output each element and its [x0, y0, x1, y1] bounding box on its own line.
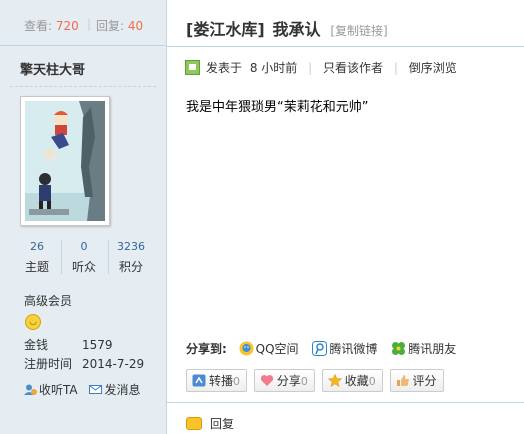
- user-group[interactable]: 高级会员: [24, 292, 72, 309]
- author-links: 收听TA 发消息: [24, 381, 140, 398]
- post-area: [娄江水库] 我承认 [复制链接] 发表于 8 小时前 | 只看该作者 | 倒序…: [167, 0, 524, 434]
- copy-link-button[interactable]: [复制链接]: [330, 24, 387, 38]
- share-button[interactable]: 分享0: [253, 369, 315, 392]
- replies-label: 回复:: [96, 19, 125, 33]
- rate-button[interactable]: 评分: [389, 369, 444, 392]
- views-stat: 查看: 720: [24, 17, 79, 34]
- reply-icon: [186, 417, 202, 430]
- count-value: 26: [30, 240, 44, 253]
- smile-icon: ◡: [25, 314, 41, 330]
- tfriend-icon: [392, 342, 406, 355]
- title-divider: [167, 46, 524, 47]
- reg-row: 注册时间 2014-7-29: [24, 355, 144, 372]
- reply-label: 回复: [210, 417, 235, 431]
- qzone-icon: [239, 341, 254, 356]
- page-title: 我承认: [272, 20, 321, 39]
- favorite-button[interactable]: 收藏0: [321, 369, 383, 392]
- share-item-label: 腾讯朋友: [408, 342, 457, 356]
- reg-date: 2014-7-29: [82, 357, 145, 371]
- count-points[interactable]: 3236 积分: [108, 240, 154, 275]
- forum-link[interactable]: [娄江水库]: [186, 20, 265, 39]
- message-label: 发消息: [104, 383, 141, 397]
- share-tfriend[interactable]: 腾讯朋友: [391, 342, 456, 356]
- money-row: 金钱 1579: [24, 336, 113, 353]
- action-count: 0: [300, 375, 308, 388]
- meta-divider: |: [308, 61, 313, 75]
- thread-stats: 查看: 720 | 回复: 40: [0, 0, 166, 46]
- reverse-order-link[interactable]: 倒序浏览: [409, 61, 457, 75]
- count-label: 听众: [71, 260, 96, 274]
- follow-link[interactable]: 收听TA: [24, 383, 81, 397]
- replies-count: 40: [127, 19, 144, 33]
- count-value: 0: [80, 240, 88, 253]
- money-value: 1579: [82, 338, 113, 352]
- author-sidebar: 查看: 720 | 回复: 40 擎天柱大哥 26 主题 0 听众 3236 积…: [0, 0, 167, 434]
- mail-icon: [89, 385, 103, 394]
- action-label: 评分: [412, 374, 437, 388]
- relay-icon: [192, 374, 206, 387]
- money-label: 金钱: [24, 338, 49, 352]
- action-count: 0: [233, 375, 241, 388]
- thumb-icon: [396, 375, 409, 386]
- action-label: 转播: [209, 374, 234, 388]
- count-value: 3236: [117, 240, 145, 253]
- share-bar: 分享到: QQ空间 腾讯微博 腾讯朋友: [186, 340, 466, 357]
- online-icon: [185, 60, 200, 75]
- count-listeners[interactable]: 0 听众: [61, 240, 107, 275]
- avatar-image: [25, 101, 105, 221]
- action-label: 收藏: [344, 374, 369, 388]
- share-label: 分享到:: [186, 342, 227, 356]
- reply-button[interactable]: 回复: [186, 415, 234, 432]
- views-count: 720: [55, 19, 79, 33]
- reg-label: 注册时间: [24, 357, 73, 371]
- avatar[interactable]: [20, 96, 110, 226]
- relay-button[interactable]: 转播0: [186, 369, 248, 392]
- count-label: 主题: [24, 260, 49, 274]
- message-link[interactable]: 发消息: [89, 383, 140, 397]
- posted-time: 8 小时前: [249, 61, 298, 75]
- action-label: 分享: [276, 374, 301, 388]
- tweibo-icon: [312, 341, 328, 356]
- post-content: 我是中年猥琐男“茉莉花和元帅”: [186, 100, 369, 115]
- post-meta: 发表于 8 小时前 | 只看该作者 | 倒序浏览: [185, 59, 457, 76]
- heart-icon: [260, 375, 273, 386]
- star-icon: [327, 374, 342, 387]
- share-item-label: QQ空间: [255, 342, 299, 356]
- thread-title: [娄江水库] 我承认 [复制链接]: [186, 16, 388, 40]
- actions-divider: [167, 402, 524, 403]
- replies-stat: 回复: 40: [96, 17, 143, 34]
- action-count: 0: [368, 375, 376, 388]
- share-qzone[interactable]: QQ空间: [239, 341, 303, 356]
- divider: [10, 86, 156, 87]
- follow-label: 收听TA: [39, 383, 78, 397]
- post-actions: 转播0 分享0 收藏0 评分: [186, 369, 447, 392]
- author-name[interactable]: 擎天柱大哥: [20, 59, 85, 78]
- meta-divider: |: [393, 61, 398, 75]
- posted-label: 发表于: [206, 61, 243, 75]
- count-label: 积分: [118, 260, 143, 274]
- share-tweibo[interactable]: 腾讯微博: [312, 341, 381, 356]
- follow-icon: [24, 384, 37, 395]
- stats-divider: |: [87, 17, 92, 31]
- share-item-label: 腾讯微博: [329, 342, 378, 356]
- count-topics[interactable]: 26 主题: [14, 240, 60, 275]
- views-label: 查看:: [24, 19, 53, 33]
- only-author-link[interactable]: 只看该作者: [323, 61, 383, 75]
